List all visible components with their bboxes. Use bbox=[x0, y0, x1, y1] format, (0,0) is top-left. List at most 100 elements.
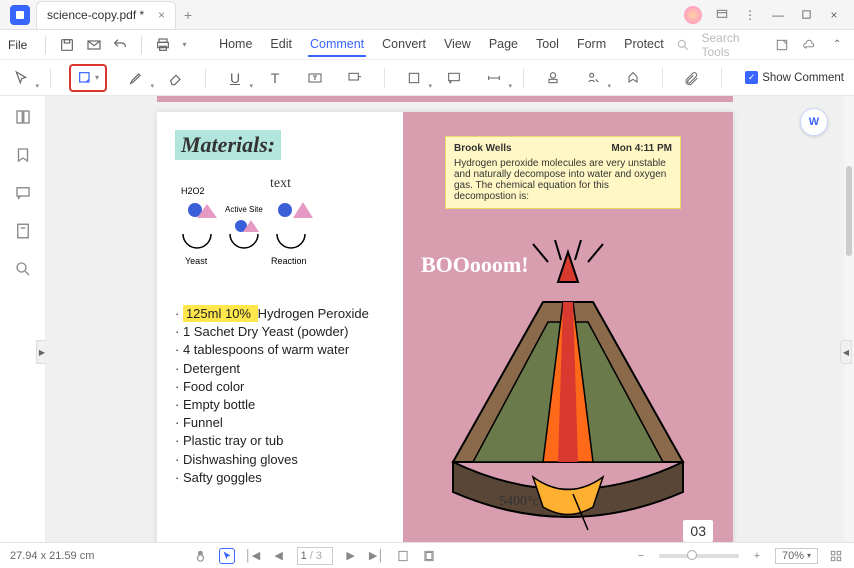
print-dropdown-icon[interactable]: ▾ bbox=[180, 35, 189, 55]
list-item: Funnel bbox=[175, 414, 391, 432]
page-dimensions: 27.94 x 21.59 cm bbox=[10, 550, 94, 562]
fullscreen-icon[interactable] bbox=[828, 548, 844, 564]
tab-comment[interactable]: Comment bbox=[308, 33, 366, 57]
highlight-text: 125ml 10% bbox=[183, 305, 258, 322]
next-page-icon[interactable]: ▶ bbox=[343, 548, 359, 564]
divider bbox=[205, 68, 206, 88]
divider bbox=[141, 36, 142, 54]
textbox-tool[interactable] bbox=[304, 67, 326, 89]
last-page-icon[interactable]: ▶│ bbox=[369, 548, 385, 564]
zoom-slider[interactable] bbox=[659, 554, 739, 558]
maximize-icon[interactable] bbox=[798, 7, 814, 23]
select-tool-status-icon[interactable] bbox=[219, 548, 235, 564]
sticky-note[interactable]: Brook Wells Mon 4:11 PM Hydrogen peroxid… bbox=[445, 136, 681, 209]
tab-page[interactable]: Page bbox=[487, 33, 520, 57]
temperature-label: 5400°c bbox=[499, 494, 539, 510]
document-tab[interactable]: science-copy.pdf * × bbox=[36, 1, 176, 29]
add-tab-button[interactable]: + bbox=[176, 7, 200, 23]
attachments-icon[interactable] bbox=[14, 222, 32, 240]
annotations-icon[interactable] bbox=[14, 184, 32, 202]
comment-tool[interactable] bbox=[443, 67, 465, 89]
stamp-tool[interactable] bbox=[542, 67, 564, 89]
tab-edit[interactable]: Edit bbox=[268, 33, 294, 57]
first-page-icon[interactable]: │◀ bbox=[245, 548, 261, 564]
note-tool[interactable]: ▾ bbox=[69, 64, 107, 92]
notifications-icon[interactable] bbox=[714, 7, 730, 23]
list-item: 125ml 10% Hydrogen Peroxide bbox=[175, 305, 391, 323]
divider bbox=[45, 36, 46, 54]
mail-icon[interactable] bbox=[84, 35, 102, 55]
h2o2-label: H2O2 bbox=[181, 186, 205, 196]
zoom-in-icon[interactable]: + bbox=[749, 548, 765, 564]
search-icon[interactable] bbox=[674, 35, 692, 55]
select-tool[interactable] bbox=[10, 67, 32, 89]
minimize-icon[interactable]: — bbox=[770, 7, 786, 23]
thumbnails-icon[interactable] bbox=[14, 108, 32, 126]
expand-right-panel[interactable]: ◀ bbox=[840, 340, 852, 364]
scrollbar-thumb[interactable] bbox=[846, 166, 852, 256]
boom-text: BOOooom! bbox=[421, 252, 529, 278]
close-tab-icon[interactable]: × bbox=[158, 8, 165, 22]
text-tool[interactable]: T bbox=[264, 67, 286, 89]
callout-tool[interactable] bbox=[344, 67, 366, 89]
file-menu[interactable]: File bbox=[8, 38, 27, 52]
prev-page-icon[interactable]: ◀ bbox=[271, 548, 287, 564]
divider bbox=[662, 68, 663, 88]
zoom-slider-knob[interactable] bbox=[687, 550, 697, 560]
note-author: Brook Wells bbox=[454, 143, 512, 154]
bookmark-icon[interactable] bbox=[14, 146, 32, 164]
vertical-scrollbar[interactable] bbox=[844, 96, 854, 542]
materials-heading: Materials: bbox=[175, 130, 281, 160]
signature-tool[interactable] bbox=[582, 67, 604, 89]
link-tool[interactable] bbox=[622, 67, 644, 89]
list-item: 1 Sachet Dry Yeast (powder) bbox=[175, 323, 391, 341]
cloud-icon[interactable] bbox=[801, 35, 819, 55]
checkbox-checked-icon: ✓ bbox=[745, 71, 758, 84]
active-site-label: Active Site bbox=[225, 205, 263, 214]
list-item: Dishwashing gloves bbox=[175, 451, 391, 469]
tab-tool[interactable]: Tool bbox=[534, 33, 561, 57]
ai-assistant-icon[interactable]: W bbox=[800, 108, 828, 136]
tab-convert[interactable]: Convert bbox=[380, 33, 428, 57]
hand-tool-icon[interactable] bbox=[193, 548, 209, 564]
list-item: 4 tablespoons of warm water bbox=[175, 341, 391, 359]
tab-home[interactable]: Home bbox=[217, 33, 254, 57]
measure-tool[interactable] bbox=[483, 67, 505, 89]
save-icon[interactable] bbox=[58, 35, 76, 55]
divider bbox=[50, 68, 51, 88]
fit-page-icon[interactable] bbox=[395, 548, 411, 564]
page-number-input[interactable]: 1 / 3 bbox=[297, 547, 333, 565]
divider bbox=[523, 68, 524, 88]
collapse-ribbon-icon[interactable]: ⌃ bbox=[828, 35, 846, 55]
search-input[interactable]: Search Tools bbox=[702, 31, 763, 59]
shape-tool[interactable] bbox=[403, 67, 425, 89]
list-item: Empty bottle bbox=[175, 396, 391, 414]
list-item: Detergent bbox=[175, 360, 391, 378]
tab-form[interactable]: Form bbox=[575, 33, 608, 57]
eraser-tool[interactable] bbox=[165, 67, 187, 89]
attachment-tool[interactable] bbox=[681, 67, 703, 89]
previous-page-edge bbox=[157, 96, 733, 102]
search-panel-icon[interactable] bbox=[14, 260, 32, 278]
list-item: Plastic tray or tub bbox=[175, 432, 391, 450]
fit-width-icon[interactable] bbox=[421, 548, 437, 564]
divider bbox=[384, 68, 385, 88]
tab-protect[interactable]: Protect bbox=[622, 33, 666, 57]
page-number: 03 bbox=[683, 520, 713, 542]
highlight-tool[interactable] bbox=[125, 67, 147, 89]
account-avatar-icon[interactable] bbox=[684, 6, 702, 24]
volcano-illustration: BOOooom! bbox=[413, 232, 723, 542]
underline-tool[interactable]: U bbox=[224, 67, 246, 89]
yeast-label: Yeast bbox=[185, 256, 208, 266]
tab-view[interactable]: View bbox=[442, 33, 473, 57]
undo-icon[interactable] bbox=[111, 35, 129, 55]
zoom-dropdown[interactable]: 70%▾ bbox=[775, 548, 818, 564]
share-icon[interactable] bbox=[773, 35, 791, 55]
print-icon[interactable] bbox=[154, 35, 172, 55]
close-window-icon[interactable]: × bbox=[826, 7, 842, 23]
app-icon bbox=[10, 5, 30, 25]
more-icon[interactable]: ⋮ bbox=[742, 7, 758, 23]
show-comment-toggle[interactable]: ✓ Show Comment bbox=[745, 71, 844, 84]
diagram-area: text H2O2 Active Site Yeast bbox=[175, 176, 391, 271]
zoom-out-icon[interactable]: − bbox=[633, 548, 649, 564]
